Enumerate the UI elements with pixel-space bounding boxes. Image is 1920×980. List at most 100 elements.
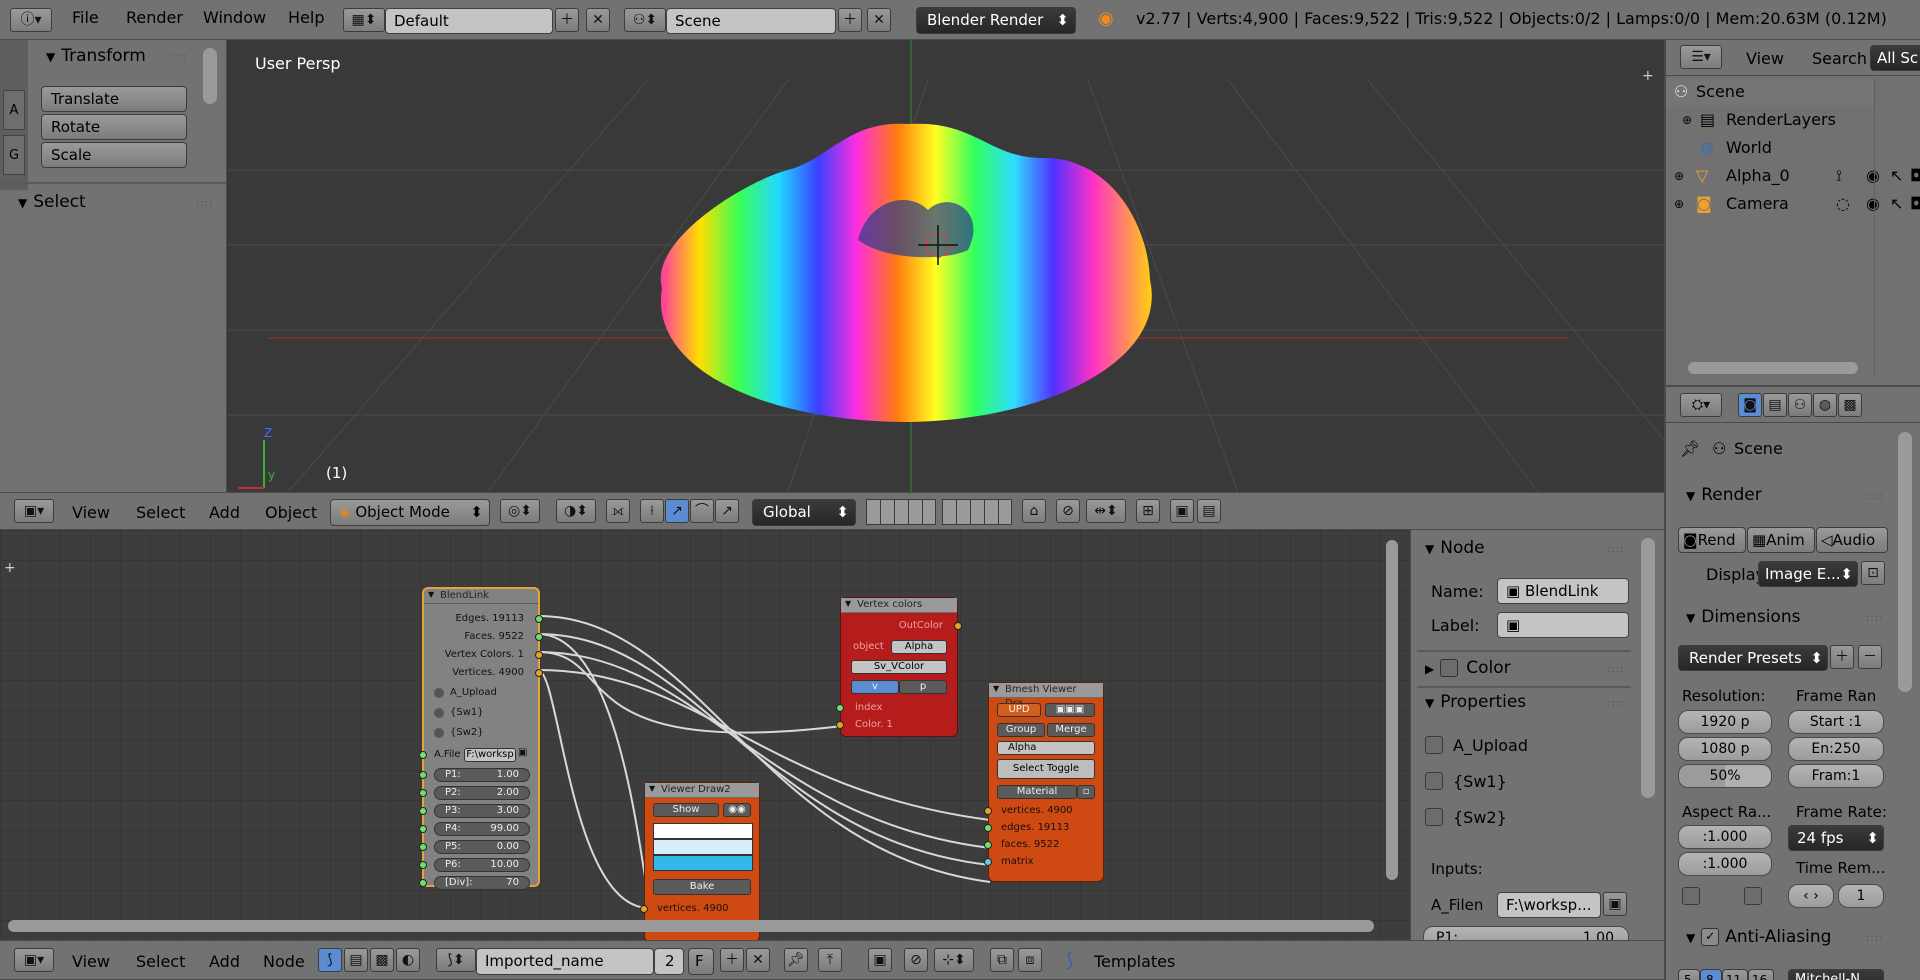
outliner-display-mode-dropdown[interactable]: All Sc — [1870, 45, 1920, 71]
rotate-button[interactable]: Rotate — [41, 114, 187, 140]
add-preset-icon[interactable]: ＋ — [1830, 645, 1854, 669]
outliner-menu-view[interactable]: View — [1746, 49, 1784, 68]
vertex-color-swatch[interactable] — [653, 823, 753, 839]
color-checkbox[interactable] — [1440, 659, 1459, 677]
remove-preset-icon[interactable]: － — [1858, 645, 1882, 669]
node-name-field[interactable]: ▣ BlendLink — [1497, 578, 1629, 604]
fake-user-button[interactable]: F — [688, 948, 714, 975]
node-editor[interactable]: + BlendLink ▼ Edges. 19113 Faces. 9522 V… — [0, 530, 1410, 940]
compositor-tree-type-icon[interactable]: ◐ — [396, 948, 420, 972]
param-field-p1[interactable]: P1: 1.00 — [434, 768, 530, 782]
translate-button[interactable]: Translate — [41, 86, 187, 112]
renderable-camera-icon[interactable]: ◘ — [1910, 162, 1920, 190]
tool-shelf-scrollbar[interactable] — [203, 48, 217, 104]
scale-button[interactable]: Scale — [41, 142, 187, 168]
node-viewer-draw[interactable]: Viewer Draw2 ▼ Show ◉◉ Bake vertices. 49… — [640, 782, 760, 940]
output-socket[interactable] — [954, 622, 962, 630]
node-collapse-icon[interactable]: ▼ — [649, 784, 655, 793]
layer-buttons-2[interactable] — [942, 499, 1012, 525]
render-audio-button[interactable]: ◁Audio — [1816, 527, 1888, 553]
file-browse-icon[interactable]: ▣ — [1603, 892, 1627, 916]
node-panel-title[interactable]: ▼ Node — [1425, 538, 1485, 558]
outliner-row-scene[interactable]: ⚇ Scene — [1666, 78, 1874, 106]
rotate-manipulator-icon[interactable]: ↗ — [665, 499, 689, 523]
outliner-row-alpha[interactable]: ⊕ ▽ Alpha_0 ⟟ ◉ ↖ ◘ — [1666, 162, 1920, 190]
show-toggle-button[interactable]: Show — [653, 803, 719, 817]
info-editor-type-button[interactable]: ⓘ▾ — [10, 8, 52, 32]
aa-samples-8[interactable]: 8 — [1700, 969, 1722, 980]
expand-icon[interactable]: ⊕ — [1674, 162, 1684, 190]
parent-node-tree-icon[interactable]: ⤒ — [818, 948, 842, 972]
sverchok-tree-type-icon[interactable]: ⟆ — [318, 948, 342, 972]
node-snap-icon[interactable]: ⊘ — [904, 948, 928, 972]
input-socket[interactable] — [419, 843, 427, 851]
node-menu-select[interactable]: Select — [136, 952, 185, 971]
node-editor-type-button[interactable]: ▣▾ — [14, 948, 54, 972]
view3d-menu-object[interactable]: Object — [265, 503, 317, 522]
material-field[interactable]: Material — [997, 785, 1077, 799]
opengl-render-icon[interactable]: ▣ — [1170, 499, 1194, 523]
node-collapse-icon[interactable]: ▼ — [845, 599, 851, 608]
visibility-eye-icon[interactable]: ◉ — [1866, 190, 1880, 218]
anti-aliasing-checkbox[interactable]: ✓ — [1701, 928, 1720, 946]
a-upload-checkbox[interactable] — [1425, 736, 1443, 754]
aa-samples-5[interactable]: 5 — [1678, 969, 1700, 980]
afile-field[interactable]: F:\worksp — [464, 748, 516, 762]
translate-manipulator-icon[interactable]: ⟊ — [640, 499, 664, 523]
input-socket[interactable] — [419, 771, 427, 779]
node-vertex-colors[interactable]: Vertex colors ▼ OutColor object Alpha Sv… — [836, 597, 962, 737]
drag-handle-icon[interactable]: :::: — [196, 198, 213, 209]
frame-step-field[interactable]: Fram:1 — [1788, 764, 1884, 788]
delete-screen-icon[interactable]: ✕ — [586, 8, 610, 32]
param-field-p5[interactable]: P5: 0.00 — [434, 840, 530, 854]
view3d-menu-add[interactable]: Add — [209, 503, 240, 522]
vcol-v-button[interactable]: v — [851, 680, 899, 694]
outliner-editor-type-button[interactable]: ☰▾ — [1680, 45, 1722, 69]
resolution-x-field[interactable]: 1920 p — [1678, 710, 1772, 734]
node-title[interactable]: Bmesh Viewer Dra... — [989, 683, 1103, 709]
view3d-editor-type-button[interactable]: ▣▾ — [14, 499, 54, 523]
scene-icon[interactable]: ⚇⬍ — [624, 8, 666, 32]
pin-node-tree-icon[interactable]: 📌︎ — [784, 948, 808, 972]
resolution-percentage-slider[interactable]: 50% — [1678, 764, 1772, 788]
node-collapse-icon[interactable]: ▼ — [428, 590, 434, 599]
renderable-camera-icon[interactable]: ◘ — [1910, 190, 1920, 218]
lock-layers-icon[interactable]: ⌂ — [1022, 499, 1046, 523]
node-title[interactable]: Vertex colors — [841, 598, 957, 613]
node-blendlink[interactable]: BlendLink ▼ Edges. 19113 Faces. 9522 Ver… — [419, 587, 543, 890]
screen-layout-field[interactable]: Default — [385, 8, 553, 34]
drag-handle-icon[interactable]: :::: — [170, 52, 187, 63]
p1-field[interactable]: P1: 1.00 — [1423, 926, 1629, 940]
mesh-object[interactable] — [660, 123, 1152, 423]
afilen-field[interactable]: F:\worksp... — [1497, 892, 1601, 918]
output-socket[interactable] — [535, 669, 543, 677]
properties-panel-title[interactable]: ▼ Properties — [1425, 692, 1526, 712]
node-editor-h-scrollbar[interactable] — [8, 920, 1374, 932]
shader-tree-type-icon[interactable]: ▤ — [344, 948, 368, 972]
input-socket[interactable] — [419, 751, 427, 759]
input-socket[interactable] — [419, 825, 427, 833]
menu-help[interactable]: Help — [288, 8, 324, 27]
manipulator-icon[interactable]: ⟗ — [606, 499, 630, 523]
update-button[interactable]: UPD — [997, 703, 1041, 717]
view3d-menu-select[interactable]: Select — [136, 503, 185, 522]
param-field-p4[interactable]: P4: 99.00 — [434, 822, 530, 836]
outliner-menu-search[interactable]: Search — [1812, 49, 1867, 68]
transform-orientation-dropdown[interactable]: Global ⬍ — [752, 499, 856, 526]
anti-aliasing-panel-title[interactable]: ▼ ✓ Anti-Aliasing — [1686, 927, 1831, 947]
copy-nodes-icon[interactable]: ⧉ — [990, 948, 1014, 972]
edge-color-swatch[interactable] — [653, 839, 753, 855]
render-engine-dropdown[interactable]: Blender Render ⬍ — [916, 7, 1076, 34]
vcol-field[interactable]: Sv_VColor — [851, 660, 947, 674]
proportional-edit-icon[interactable]: ⊘ — [1056, 499, 1080, 523]
scene-field[interactable]: Scene — [666, 8, 836, 34]
sw2-checkbox[interactable] — [1425, 808, 1443, 826]
node-menu-add[interactable]: Add — [209, 952, 240, 971]
sw1-checkbox[interactable] — [1425, 772, 1443, 790]
viewer-icons[interactable]: ◉◉ — [723, 803, 751, 817]
tab-a[interactable]: A — [3, 90, 25, 130]
node-checkbox[interactable] — [434, 688, 444, 698]
screen-layout-icon[interactable]: ▦⬍ — [343, 8, 385, 32]
delete-scene-icon[interactable]: ✕ — [867, 8, 891, 32]
output-socket[interactable] — [535, 651, 543, 659]
